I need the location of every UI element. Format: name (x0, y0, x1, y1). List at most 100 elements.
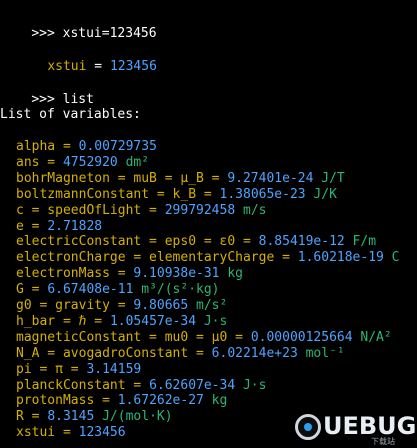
variable-value: 123456 (78, 425, 126, 441)
variable-unit: J/T (313, 170, 345, 186)
prompt-symbol: >>> (31, 92, 55, 107)
variable-value: 8.3145 (47, 409, 95, 425)
list-header: List of variables: (0, 107, 141, 122)
variable-value: 0.00000125664 (250, 329, 353, 345)
variable-aliases: = mu0 = μ0 = (141, 329, 251, 345)
watermark-logo-icon (295, 414, 321, 440)
variable-unit: C (383, 250, 400, 266)
variable-value: 6.62607e-34 (149, 377, 236, 393)
variable-name: magneticConstant (16, 329, 142, 345)
variable-row: G = 6.67408e-11 m³/(s²·kg) (16, 281, 220, 298)
site-watermark: UEBUG 下载站 (295, 410, 417, 446)
variable-aliases: = (109, 266, 134, 282)
variable-value: 1.05457e-34 (109, 313, 197, 329)
variable-value: 1.38065e-23 (219, 186, 306, 202)
variable-row: magneticConstant = mu0 = μ0 = 0.00000125… (16, 329, 392, 346)
command-text: list (62, 92, 94, 107)
variable-name: xstui (16, 425, 56, 441)
variable-row: R = 8.3145 J/(mol·K) (16, 408, 173, 425)
variable-value: 0.00729735 (78, 139, 157, 154)
variable-value: 9.80665 (133, 298, 189, 313)
variable-name: boltzmannConstant (16, 186, 150, 202)
variable-aliases: = eps0 = ε0 = (141, 234, 259, 250)
variable-row: planckConstant = 6.62607e-34 J·s (16, 377, 266, 394)
result-value: 123456 (109, 59, 157, 74)
variable-unit: kg (219, 266, 243, 282)
variable-unit: J·s (196, 313, 228, 329)
variable-aliases: = (23, 282, 48, 298)
variable-aliases: = k_B = (149, 186, 220, 202)
variable-aliases: = (94, 393, 118, 409)
variable-value: 1.67262e-27 (117, 393, 204, 409)
result-variable-name: xstui (47, 59, 87, 74)
variable-unit: dm² (117, 154, 150, 170)
variable-unit: m/s² (188, 298, 228, 313)
variable-name: e (16, 218, 24, 234)
variable-aliases: = muB = μ_B = (109, 170, 228, 186)
variable-row: bohrMagneton = muB = μ_B = 9.27401e-24 J… (16, 170, 345, 187)
variable-name: alpha (16, 139, 56, 154)
variable-row: pi = π = 3.14159 (16, 361, 141, 378)
variable-aliases: = (23, 409, 48, 425)
variable-name: planckConstant (16, 377, 126, 393)
variable-row: e = 2.71828 (16, 218, 102, 235)
variable-name: bohrMagneton (16, 170, 110, 186)
variable-row: h_bar = ℏ = 1.05457e-34 J·s (16, 313, 227, 330)
variable-row: alpha = 0.00729735 (16, 138, 157, 155)
variable-row: electronCharge = elementaryCharge = 1.60… (16, 249, 400, 266)
variable-name: c (16, 202, 24, 218)
variable-row: g0 = gravity = 9.80665 m/s² (16, 297, 227, 314)
variable-row: ans = 4752920 dm² (16, 154, 149, 171)
variable-aliases: = ℏ = (55, 313, 110, 329)
variable-name: N_A (16, 345, 40, 361)
variable-unit: J/K (305, 186, 337, 202)
variable-name: electricConstant (16, 234, 142, 250)
variable-aliases: = (55, 139, 79, 154)
variable-unit: F/m (344, 234, 377, 250)
variable-name: R (16, 409, 24, 425)
variable-aliases: = elementaryCharge = (125, 250, 298, 266)
variable-unit: J·s (235, 377, 267, 393)
variable-aliases: = (23, 218, 48, 234)
variable-name: pi (16, 361, 32, 377)
variable-value: 299792458 (164, 202, 236, 218)
variable-aliases: = (125, 377, 150, 393)
variable-name: electronCharge (16, 250, 126, 266)
variable-unit: J/(mol·K) (94, 409, 173, 425)
variable-value: 8.85419e-12 (258, 234, 345, 250)
variable-row: N_A = avogadroConstant = 6.02214e+23 mol… (16, 345, 345, 362)
variable-aliases: = (39, 154, 63, 170)
variable-value: 6.67408e-11 (47, 282, 134, 298)
variable-unit: kg (203, 393, 228, 409)
variable-aliases: = (55, 425, 79, 441)
variable-unit: N/A² (352, 329, 392, 345)
variable-unit: m³/(s²·kg) (133, 282, 220, 298)
prompt-symbol: >>> (31, 26, 55, 41)
variable-name: electronMass (16, 266, 110, 282)
variable-value: 2.71828 (47, 218, 103, 234)
variable-value: 1.60218e-19 (297, 250, 384, 266)
variable-value: 3.14159 (86, 361, 142, 377)
variable-row: electronMass = 9.10938e-31 kg (16, 265, 243, 282)
watermark-logo-dot (304, 423, 312, 431)
variable-value: 4752920 (62, 154, 118, 170)
result-equals: = (86, 59, 110, 74)
variable-name: g0 (16, 298, 32, 313)
variable-row: protonMass = 1.67262e-27 kg (16, 392, 227, 409)
variable-aliases: = avogadroConstant = (39, 345, 212, 361)
variable-aliases: = gravity = (31, 298, 134, 313)
variable-row: xstui = 123456 (16, 424, 126, 441)
variable-name: protonMass (16, 393, 95, 409)
variable-name: h_bar (16, 313, 56, 329)
variable-name: ans (16, 154, 40, 170)
variable-name: G (16, 282, 24, 298)
variable-value: 6.02214e+23 (211, 345, 298, 361)
watermark-logo-text: UEBUG (323, 412, 417, 440)
command-text: xstui=123456 (62, 26, 157, 41)
variable-value: 9.10938e-31 (133, 266, 220, 282)
variable-row: c = speedOfLight = 299792458 m/s (16, 202, 266, 219)
variable-unit: m/s (235, 202, 267, 218)
console-output: >>> xstui=123456 xstui = 123456 >>> list… (0, 0, 417, 448)
watermark-sub-text: 下载站 (371, 437, 395, 446)
variable-aliases: = π = (31, 361, 87, 377)
